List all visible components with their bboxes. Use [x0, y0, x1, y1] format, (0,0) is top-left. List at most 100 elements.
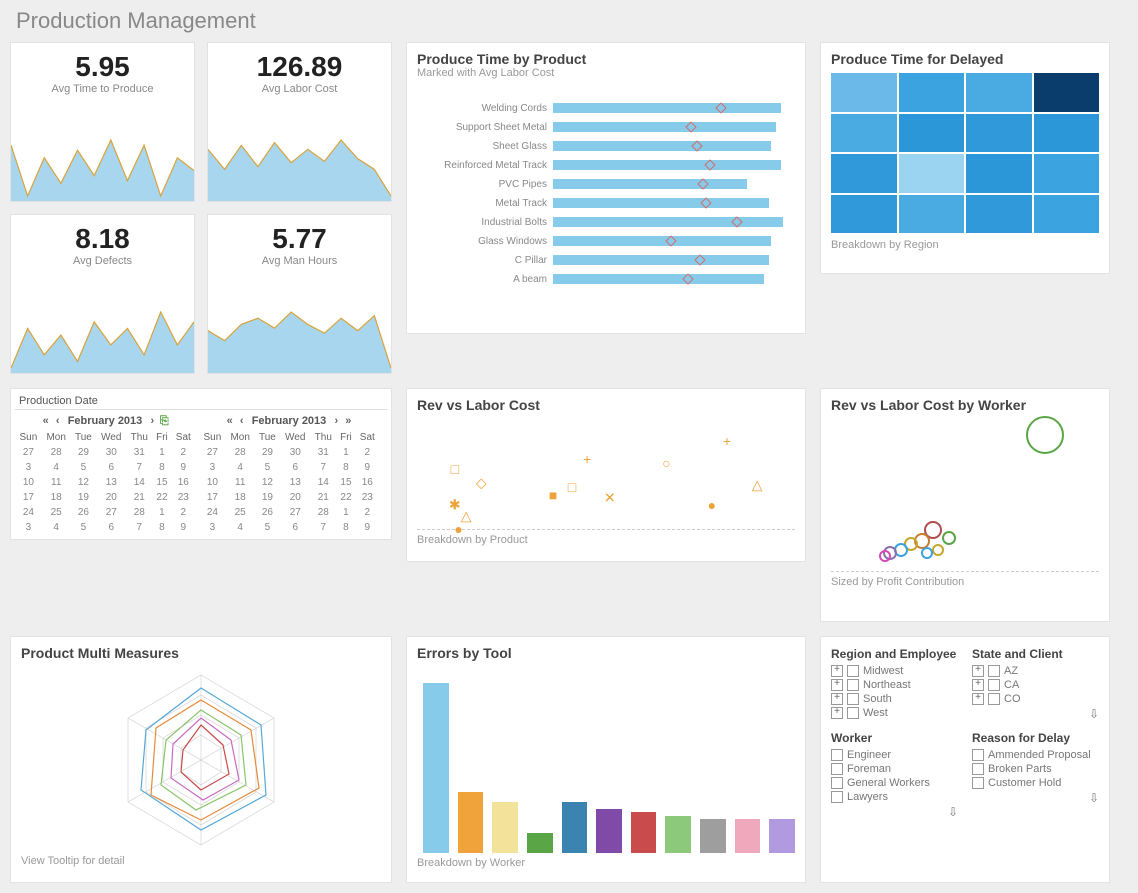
calendar-day[interactable]: 18 — [42, 490, 71, 505]
error-bar[interactable] — [631, 812, 657, 853]
checkbox[interactable] — [847, 693, 859, 705]
calendar-day[interactable]: 9 — [172, 520, 195, 535]
calendar-day[interactable]: 10 — [15, 475, 42, 490]
calendar-day[interactable]: 7 — [126, 520, 152, 535]
calendar-day[interactable]: 22 — [336, 490, 355, 505]
calendar-day[interactable]: 28 — [126, 505, 152, 520]
ptbp-row[interactable]: PVC Pipes — [407, 177, 793, 191]
filter-item[interactable]: +South — [831, 693, 958, 705]
calendar-day[interactable]: 7 — [126, 460, 152, 475]
calendar-day[interactable]: 17 — [199, 490, 226, 505]
calendar-day[interactable]: 29 — [71, 445, 97, 460]
calendar-day[interactable]: 5 — [71, 460, 97, 475]
calendar-day[interactable]: 7 — [310, 520, 336, 535]
error-bar[interactable] — [735, 819, 761, 853]
scatter-point[interactable]: ● — [708, 497, 716, 513]
calendar-day[interactable]: 7 — [310, 460, 336, 475]
calendar-day[interactable]: 28 — [42, 445, 71, 460]
checkbox[interactable] — [988, 679, 1000, 691]
scatter-point[interactable]: □ — [451, 461, 459, 477]
kpi-card[interactable]: 5.77Avg Man Hours — [207, 214, 392, 374]
heatmap-cell[interactable] — [831, 195, 897, 234]
calendar-day[interactable]: 31 — [126, 445, 152, 460]
calendar-prev-button[interactable]: ‹ — [52, 412, 64, 430]
error-bar[interactable] — [527, 833, 553, 853]
kpi-card[interactable]: 8.18Avg Defects — [10, 214, 195, 374]
expand-icon[interactable]: + — [831, 665, 843, 677]
calendar-day[interactable]: 6 — [280, 460, 310, 475]
heatmap-cell[interactable] — [966, 73, 1032, 112]
heatmap-cell[interactable] — [831, 114, 897, 153]
calendar-day[interactable]: 18 — [226, 490, 255, 505]
calendar-prev-fast-button[interactable]: « — [40, 412, 52, 430]
filter-item[interactable]: Lawyers — [831, 791, 958, 803]
filter-item[interactable]: +West — [831, 707, 958, 719]
scatter-point[interactable]: △ — [752, 477, 763, 494]
checkbox[interactable] — [831, 749, 843, 761]
calendar-day[interactable]: 1 — [152, 505, 171, 520]
heatmap-cell[interactable] — [899, 154, 965, 193]
heatmap-cell[interactable] — [899, 73, 965, 112]
checkbox[interactable] — [847, 707, 859, 719]
checkbox[interactable] — [972, 763, 984, 775]
ptbp-row[interactable]: Metal Track — [407, 196, 793, 210]
calendar-day[interactable]: 23 — [172, 490, 195, 505]
scatter-point[interactable]: ✱ — [449, 496, 461, 513]
scatter-circle[interactable] — [942, 531, 956, 545]
calendar-day[interactable]: 25 — [42, 505, 71, 520]
filter-item[interactable]: Ammended Proposal — [972, 749, 1099, 761]
expand-icon[interactable]: + — [972, 679, 984, 691]
chevron-down-icon[interactable]: ⇩ — [948, 805, 958, 819]
calendar-link-icon[interactable]: ⎘ — [158, 412, 170, 430]
calendar-day[interactable]: 28 — [310, 505, 336, 520]
scatter-point[interactable]: □ — [568, 479, 576, 495]
filter-item[interactable]: General Workers — [831, 777, 958, 789]
error-bar[interactable] — [492, 802, 518, 853]
calendar-day[interactable]: 21 — [126, 490, 152, 505]
filter-item[interactable]: +Midwest — [831, 665, 958, 677]
calendar-day[interactable]: 27 — [96, 505, 126, 520]
ptbp-row[interactable]: Industrial Bolts — [407, 215, 793, 229]
ptbp-row[interactable]: Reinforced Metal Track — [407, 158, 793, 172]
scatter-point[interactable]: ● — [454, 521, 462, 537]
scatter-point[interactable]: ✕ — [604, 490, 616, 507]
calendar-day[interactable]: 8 — [152, 460, 171, 475]
calendar-day[interactable]: 4 — [226, 460, 255, 475]
error-bar[interactable] — [562, 802, 588, 853]
heatmap-cell[interactable] — [1034, 114, 1100, 153]
scatter-circle[interactable] — [921, 547, 933, 559]
filter-item[interactable]: +Northeast — [831, 679, 958, 691]
calendar-day[interactable]: 8 — [336, 460, 355, 475]
heatmap-cell[interactable] — [1034, 154, 1100, 193]
heatmap-cell[interactable] — [899, 195, 965, 234]
checkbox[interactable] — [847, 665, 859, 677]
calendar-day[interactable]: 1 — [152, 445, 171, 460]
calendar-day[interactable]: 27 — [15, 445, 42, 460]
calendar-day[interactable]: 15 — [336, 475, 355, 490]
calendar-day[interactable]: 3 — [15, 460, 42, 475]
calendar-day[interactable]: 19 — [71, 490, 97, 505]
scatter-circle[interactable] — [1026, 416, 1064, 454]
calendar-day[interactable]: 1 — [336, 505, 355, 520]
scatter-circle[interactable] — [932, 544, 944, 556]
calendar-day[interactable]: 14 — [126, 475, 152, 490]
calendar-day[interactable]: 31 — [310, 445, 336, 460]
ptbp-row[interactable]: Glass Windows — [407, 234, 793, 248]
calendar-day[interactable]: 28 — [226, 445, 255, 460]
calendar-day[interactable]: 21 — [310, 490, 336, 505]
calendar-day[interactable]: 9 — [356, 460, 379, 475]
error-bar[interactable] — [700, 819, 726, 853]
filter-item[interactable]: Broken Parts — [972, 763, 1099, 775]
heatmap-cell[interactable] — [1034, 195, 1100, 234]
calendar-day[interactable]: 12 — [71, 475, 97, 490]
calendar-day[interactable]: 29 — [255, 445, 281, 460]
expand-icon[interactable]: + — [831, 707, 843, 719]
calendar-prev-button[interactable]: ‹ — [236, 412, 248, 430]
checkbox[interactable] — [988, 665, 1000, 677]
calendar-day[interactable]: 6 — [280, 520, 310, 535]
chevron-down-icon[interactable]: ⇩ — [1089, 707, 1099, 721]
scatter-point[interactable]: + — [583, 451, 591, 467]
calendar-day[interactable]: 30 — [96, 445, 126, 460]
calendar-day[interactable]: 25 — [226, 505, 255, 520]
error-bar[interactable] — [769, 819, 795, 853]
